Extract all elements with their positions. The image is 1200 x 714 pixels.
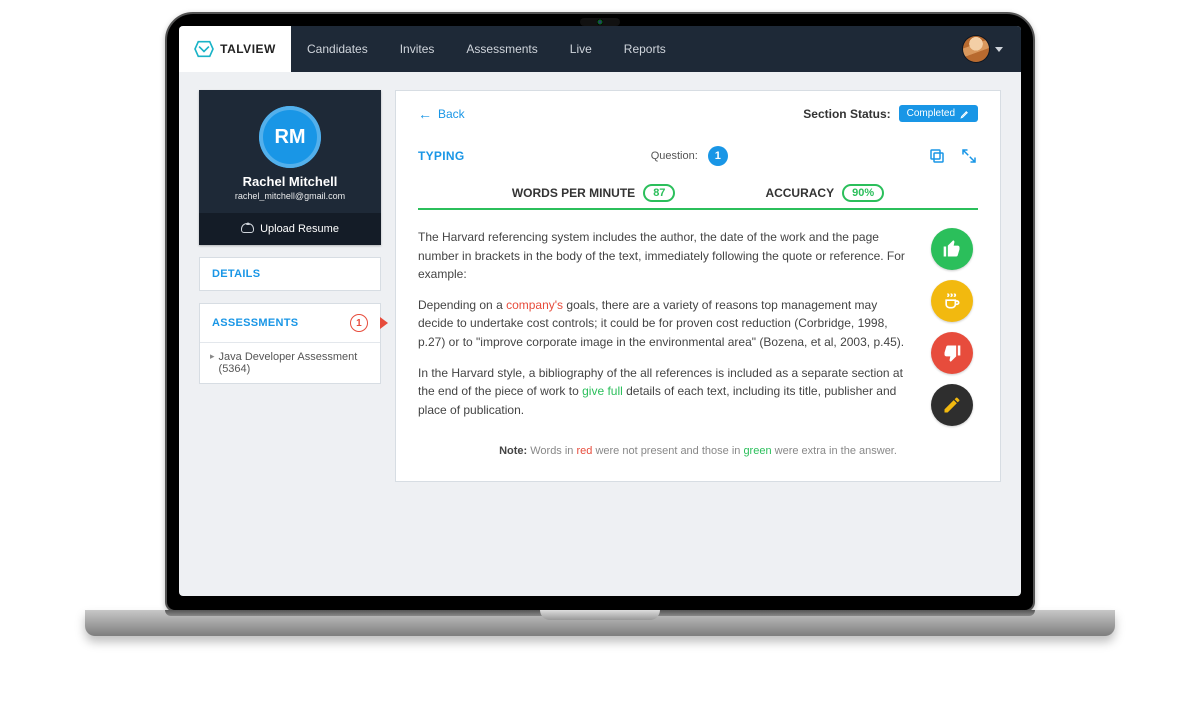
candidate-card: RM Rachel Mitchell rachel_mitchell@gmail…	[199, 90, 381, 245]
laptop-frame: TALVIEW Candidates Invites Assessments L…	[0, 0, 1200, 636]
status-label: Section Status:	[803, 107, 890, 121]
rate-thumbs-up-button[interactable]	[931, 228, 973, 270]
candidate-avatar: RM	[259, 106, 321, 168]
arrow-left-icon: ←	[418, 106, 432, 122]
user-menu[interactable]	[945, 26, 1021, 72]
typing-passage: The Harvard referencing system includes …	[418, 228, 908, 431]
nav-live[interactable]: Live	[554, 26, 608, 72]
details-panel[interactable]: DETAILS	[199, 257, 381, 291]
section-title: TYPING	[418, 149, 464, 163]
active-indicator-icon	[380, 317, 388, 329]
nav-assessments[interactable]: Assessments	[450, 26, 553, 72]
page-body: RM Rachel Mitchell rachel_mitchell@gmail…	[179, 72, 1021, 500]
copy-icon[interactable]	[928, 147, 946, 165]
note-label: Note:	[499, 445, 527, 457]
section-status: Section Status: Completed	[803, 105, 978, 122]
metric-wpm: WORDS PER MINUTE 87	[512, 184, 676, 202]
chevron-down-icon	[995, 47, 1003, 52]
rate-hold-button[interactable]	[931, 280, 973, 322]
missing-word: company's	[506, 298, 563, 312]
assessment-row[interactable]: ▸ Java Developer Assessment (5364)	[200, 342, 380, 383]
screen-bezel: TALVIEW Candidates Invites Assessments L…	[165, 12, 1035, 612]
question-label: Question:	[651, 150, 698, 162]
rate-edit-button[interactable]	[931, 384, 973, 426]
details-tab-label: DETAILS	[200, 258, 380, 290]
top-nav: TALVIEW Candidates Invites Assessments L…	[179, 26, 1021, 72]
passage-p1: The Harvard referencing system includes …	[418, 228, 908, 284]
assessments-tab-label: ASSESSMENTS	[212, 317, 298, 329]
passage-p3: In the Harvard style, a bibliography of …	[418, 364, 908, 420]
back-button[interactable]: ← Back	[418, 106, 465, 122]
status-chip[interactable]: Completed	[899, 105, 978, 122]
main-panel: ← Back Section Status: Completed	[395, 90, 1001, 482]
assessments-panel: ASSESSMENTS 1 ▸ Java Developer Assessmen…	[199, 303, 381, 384]
brand-name: TALVIEW	[220, 42, 276, 56]
brand-logo[interactable]: TALVIEW	[179, 26, 291, 72]
passage-p2: Depending on a company's goals, there ar…	[418, 296, 908, 352]
rate-thumbs-down-button[interactable]	[931, 332, 973, 374]
assessments-count-badge: 1	[350, 314, 368, 332]
avatar	[963, 36, 989, 62]
assessment-row-label: Java Developer Assessment (5364)	[219, 351, 370, 375]
wpm-value: 87	[643, 184, 675, 202]
upload-resume-button[interactable]: Upload Resume	[199, 213, 381, 245]
nav-links: Candidates Invites Assessments Live Repo…	[291, 26, 682, 72]
logo-icon	[194, 40, 214, 58]
rating-column	[926, 228, 978, 431]
wpm-label: WORDS PER MINUTE	[512, 186, 635, 200]
candidate-name: Rachel Mitchell	[209, 174, 371, 189]
status-value: Completed	[907, 108, 955, 119]
extra-word: give full	[582, 384, 623, 398]
nav-invites[interactable]: Invites	[384, 26, 451, 72]
app-screen: TALVIEW Candidates Invites Assessments L…	[179, 26, 1021, 596]
laptop-base	[85, 610, 1115, 636]
assessments-tab[interactable]: ASSESSMENTS 1	[200, 304, 380, 342]
accuracy-label: ACCURACY	[765, 186, 834, 200]
expand-icon[interactable]	[960, 147, 978, 165]
webcam	[580, 18, 620, 26]
sidebar: RM Rachel Mitchell rachel_mitchell@gmail…	[199, 90, 381, 482]
upload-icon	[241, 223, 254, 233]
metric-accuracy: ACCURACY 90%	[765, 184, 884, 202]
question-number[interactable]: 1	[708, 146, 728, 166]
candidate-email: rachel_mitchell@gmail.com	[209, 191, 371, 201]
back-label: Back	[438, 107, 465, 121]
chevron-right-icon: ▸	[210, 351, 215, 375]
nav-reports[interactable]: Reports	[608, 26, 682, 72]
metrics-bar: WORDS PER MINUTE 87 ACCURACY 90%	[418, 184, 978, 210]
accuracy-value: 90%	[842, 184, 884, 202]
nav-candidates[interactable]: Candidates	[291, 26, 384, 72]
legend-note: Note: Words in red were not present and …	[418, 445, 978, 457]
edit-status-icon	[960, 109, 970, 119]
upload-label: Upload Resume	[260, 223, 339, 235]
